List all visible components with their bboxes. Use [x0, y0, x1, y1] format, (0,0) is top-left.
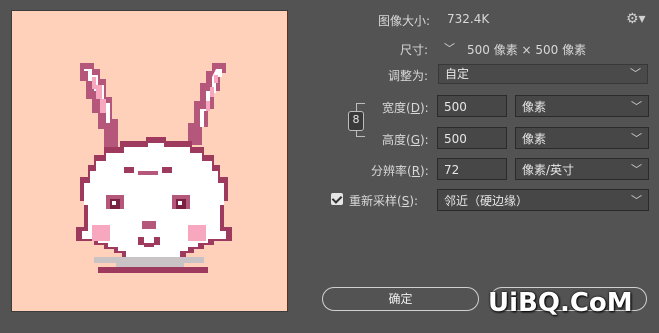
fit-to-select[interactable]: 自定 ﹀	[438, 64, 648, 84]
height-label-key: G	[410, 133, 420, 147]
dimensions-value: 500 像素 × 500 像素	[467, 43, 587, 57]
chevron-down-icon: ﹀	[631, 132, 642, 145]
bunny-pixel-art-image	[76, 63, 232, 273]
fit-to-label: 调整为:	[388, 69, 429, 83]
chevron-down-icon: ﹀	[631, 194, 642, 207]
chevron-down-icon: ﹀	[631, 163, 642, 176]
resample-checkbox[interactable]	[331, 193, 343, 205]
resample-value: 邻近（硬边缘）	[444, 194, 529, 208]
image-size-label: 图像大小:	[378, 14, 431, 28]
image-size-value: 732.4K	[447, 12, 490, 26]
dimensions-chevron-icon[interactable]: ﹀	[444, 40, 455, 56]
width-label-suffix: ):	[419, 101, 429, 115]
height-label-text: 高度(	[382, 133, 411, 147]
width-label-key: D	[410, 101, 420, 115]
resolution-label: 分辨率(R):	[371, 162, 429, 179]
image-preview	[11, 10, 288, 312]
fit-to-value: 自定	[445, 67, 470, 81]
resample-label-text: 重新采样(	[349, 194, 402, 208]
height-unit-value: 像素	[522, 132, 547, 146]
resolution-unit-select[interactable]: 像素/英寸 ﹀	[515, 158, 649, 180]
height-label: 高度(G):	[382, 131, 429, 148]
width-label: 宽度(D):	[382, 99, 429, 116]
chevron-down-icon: ﹀	[631, 100, 642, 113]
resample-label: 重新采样(S):	[349, 192, 418, 209]
resolution-unit-value: 像素/英寸	[522, 163, 575, 177]
width-label-text: 宽度(	[382, 101, 411, 115]
resample-select[interactable]: 邻近（硬边缘） ﹀	[437, 189, 649, 211]
width-unit-select[interactable]: 像素 ﹀	[515, 95, 649, 117]
height-input[interactable]: 500	[437, 127, 507, 149]
watermark: UiBQ.CoM	[488, 288, 633, 318]
chevron-down-icon: ﹀	[630, 67, 641, 80]
chain-link-icon[interactable]: 8	[348, 111, 364, 131]
resample-label-suffix: ):	[409, 194, 419, 208]
gear-icon[interactable]: ⚙▾	[626, 11, 646, 27]
height-unit-select[interactable]: 像素 ﹀	[515, 127, 649, 149]
width-input[interactable]: 500	[437, 95, 507, 117]
resolution-label-suffix: ):	[420, 164, 429, 178]
ok-button[interactable]: 确定	[322, 287, 479, 311]
resolution-label-key: R	[411, 164, 421, 178]
width-unit-value: 像素	[522, 100, 547, 114]
resolution-label-text: 分辨率(	[371, 164, 412, 178]
dimensions-label: 尺寸:	[400, 43, 429, 57]
resolution-input[interactable]: 72	[437, 158, 507, 180]
height-label-suffix: ):	[420, 133, 429, 147]
